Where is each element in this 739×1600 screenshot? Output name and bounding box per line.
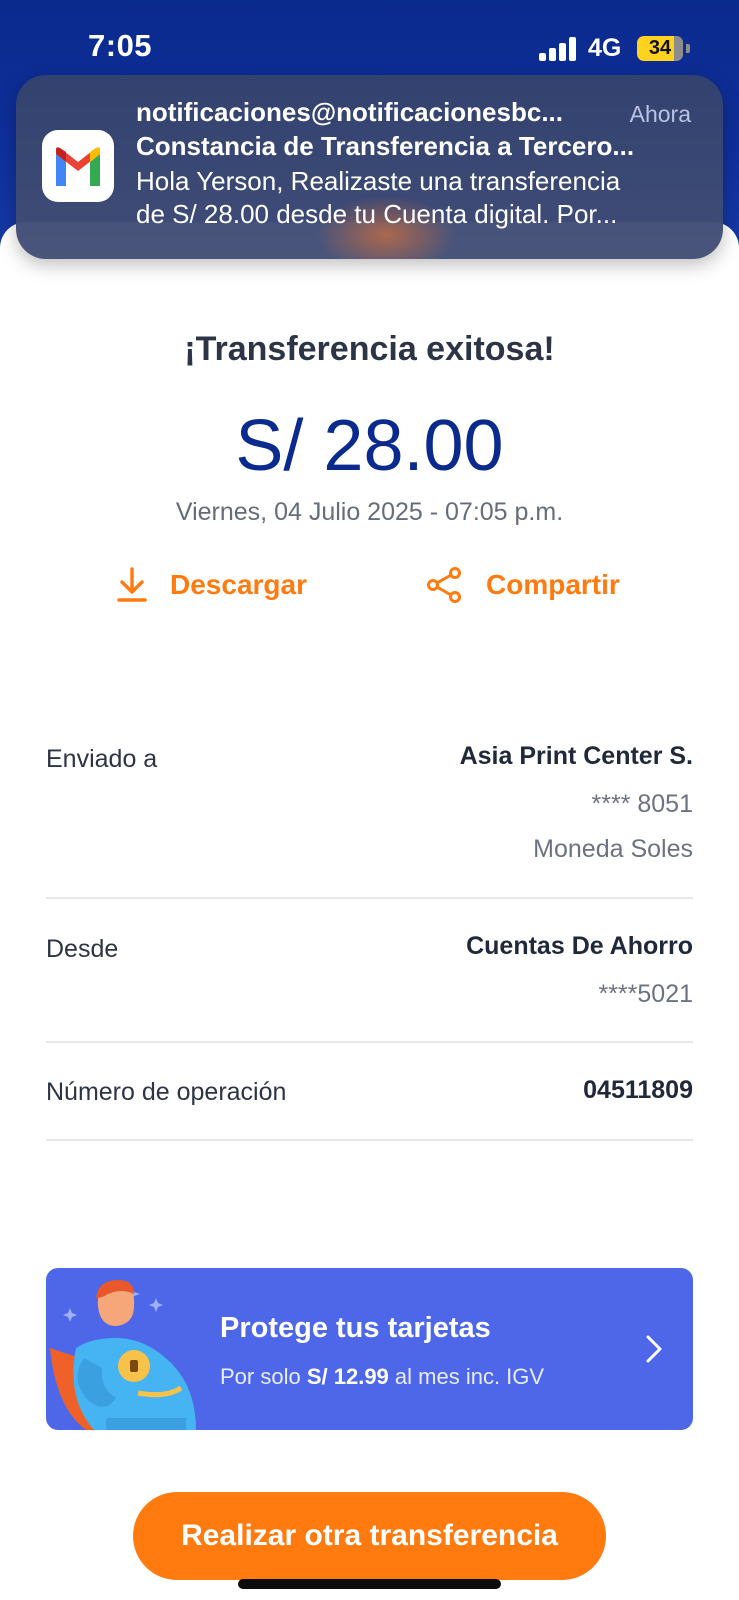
- operation-number: 04511809: [583, 1076, 693, 1104]
- superhero-illustration: [50, 1280, 196, 1430]
- divider: [46, 1041, 693, 1043]
- share-icon: [427, 567, 461, 603]
- from-label: Desde: [46, 935, 119, 963]
- from-account-number: ****5021: [598, 980, 693, 1008]
- success-title: ¡Transferencia exitosa!: [184, 330, 555, 368]
- banner-sub-prefix: Por solo: [220, 1364, 301, 1389]
- download-label: Descargar: [170, 569, 307, 600]
- from-account-type: Cuentas De Ahorro: [466, 932, 693, 960]
- chevron-right-icon: [646, 1335, 662, 1363]
- notification-body: Hola Yerson, Realizaste una transferenci…: [136, 165, 696, 231]
- new-transfer-button[interactable]: Realizar otra transferencia: [133, 1492, 606, 1580]
- network-type: 4G: [588, 34, 622, 62]
- status-time: 7:05: [88, 28, 153, 63]
- sent-to-label: Enviado a: [46, 745, 158, 773]
- share-label: Compartir: [486, 569, 620, 600]
- home-indicator[interactable]: [238, 1579, 501, 1589]
- battery-tip: [686, 44, 690, 53]
- email-notification[interactable]: notificaciones@notificacionesbc... Ahora…: [16, 75, 723, 259]
- notification-subject: Constancia de Transferencia a Tercero...: [136, 131, 635, 161]
- share-button[interactable]: Compartir: [426, 560, 620, 610]
- notification-sender: notificaciones@notificacionesbc...: [136, 97, 563, 127]
- notification-body-line2: de S/ 28.00 desde tu Cuenta digital. Por…: [136, 199, 618, 229]
- download-icon: [117, 567, 147, 602]
- recipient-currency: Moneda Soles: [533, 835, 693, 863]
- battery-level: 34: [648, 37, 672, 59]
- transfer-amount: S/ 28.00: [235, 406, 504, 486]
- banner-title: Protege tus tarjetas: [220, 1312, 491, 1344]
- operation-label: Número de operación: [46, 1078, 287, 1106]
- download-button[interactable]: Descargar: [116, 560, 307, 610]
- battery-icon: 34: [637, 36, 683, 61]
- divider: [46, 1139, 693, 1141]
- notification-body-line1: Hola Yerson, Realizaste una transferenci…: [136, 166, 621, 196]
- gmail-icon: [42, 130, 114, 202]
- notification-time: Ahora: [629, 101, 691, 127]
- banner-subtitle: Por solo S/ 12.99 al mes inc. IGV: [220, 1364, 544, 1390]
- transfer-datetime: Viernes, 04 Julio 2025 - 07:05 p.m.: [175, 498, 564, 526]
- banner-price: S/ 12.99: [306, 1364, 389, 1389]
- divider: [46, 897, 693, 899]
- recipient-name: Asia Print Center S.: [459, 742, 693, 770]
- protect-cards-banner[interactable]: Protege tus tarjetas Por solo S/ 12.99 a…: [46, 1268, 693, 1430]
- recipient-account: **** 8051: [591, 790, 693, 818]
- signal-icon: [539, 37, 579, 61]
- banner-sub-suffix: al mes inc. IGV: [394, 1364, 545, 1389]
